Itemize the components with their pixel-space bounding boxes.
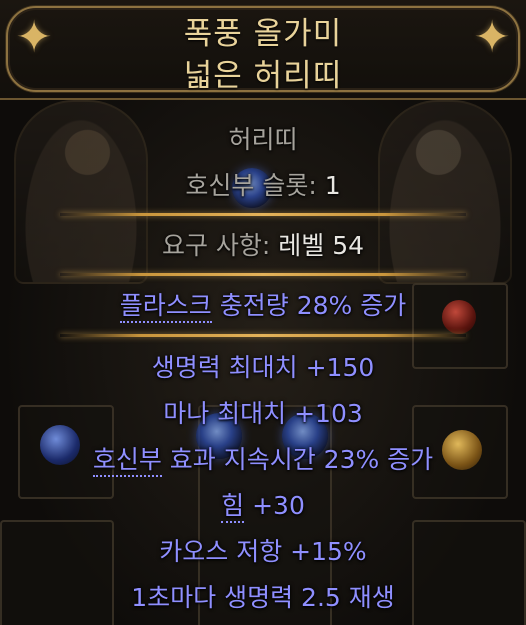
- item-tooltip: ✦ ✦ 폭풍 올가미 넓은 허리띠 허리띠 호신부 슬롯: 1 요구 사항: 레…: [0, 0, 526, 625]
- mod-chaos-res: 카오스 저항 +15%: [159, 537, 367, 566]
- strength-keyword[interactable]: 힘: [221, 491, 245, 523]
- implicit-mod: 플라스크 충전량 28% 증가: [0, 286, 526, 323]
- charm-slots-value: 1: [324, 171, 341, 200]
- separator: [60, 213, 466, 216]
- requirements-label: 요구 사항:: [161, 231, 271, 260]
- requirements-line: 요구 사항: 레벨 54: [0, 226, 526, 262]
- tooltip-header: ✦ ✦ 폭풍 올가미 넓은 허리띠: [0, 0, 526, 100]
- requirements-value: 레벨 54: [278, 231, 365, 260]
- item-class: 허리띠: [228, 125, 298, 154]
- tooltip-body: 허리띠 호신부 슬롯: 1 요구 사항: 레벨 54 플라스크 충전량 28% …: [0, 98, 526, 625]
- mod-life-regen: 1초마다 생명력 2.5 재생: [131, 583, 395, 612]
- mod-strength-text: +30: [244, 491, 305, 520]
- mod-mana: 마나 최대치 +103: [163, 399, 363, 428]
- separator: [60, 334, 466, 337]
- item-base-name: 넓은 허리띠: [183, 58, 343, 94]
- charm-keyword[interactable]: 호신부: [92, 445, 162, 477]
- charm-slots-label: 호신부 슬롯:: [185, 171, 317, 200]
- mod-life: 생명력 최대치 +150: [151, 353, 375, 382]
- item-name: 폭풍 올가미: [183, 16, 343, 52]
- implicit-mod-text: 충전량 28% 증가: [211, 291, 407, 320]
- separator: [60, 273, 466, 276]
- charm-slots-line: 호신부 슬롯: 1: [0, 166, 526, 202]
- mod-strength: 힘 +30: [0, 486, 526, 523]
- mod-charm-duration: 호신부 효과 지속시간 23% 증가: [0, 440, 526, 477]
- mod-charm-duration-text: 효과 지속시간 23% 증가: [161, 445, 434, 474]
- flask-keyword[interactable]: 플라스크: [119, 291, 212, 323]
